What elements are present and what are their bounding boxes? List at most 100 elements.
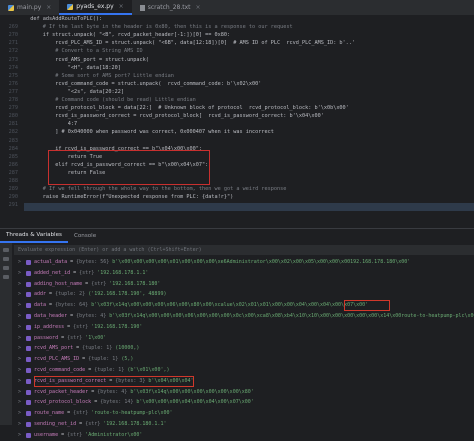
expand-chevron-icon[interactable]: > bbox=[18, 397, 21, 408]
code-line: rcvd_command_code = struct.unpack( rcvd_… bbox=[24, 80, 262, 87]
expand-chevron-icon[interactable]: > bbox=[18, 333, 21, 344]
variable-name: rcvd_command_code = {tuple: 1} (b'\x01\x… bbox=[34, 366, 170, 373]
tab-scratch-txt[interactable]: scratch_28.txt × bbox=[132, 0, 209, 15]
variable-name: actual_data = {bytes: 56} b'\x00\x00\x00… bbox=[34, 259, 411, 265]
variable-name: adding_host_name = {str} '192.168.178.18… bbox=[34, 280, 161, 287]
tab-console[interactable]: Console bbox=[68, 233, 102, 239]
highlight-box bbox=[344, 300, 390, 312]
expand-chevron-icon[interactable]: > bbox=[18, 430, 21, 441]
variable-name: rcvd_packet_header = {bytes: 4} b'\x03f\… bbox=[34, 388, 254, 395]
expand-chevron-icon[interactable]: > bbox=[18, 279, 21, 290]
variable-name: route_name = {str} 'route-to-heatpump-pl… bbox=[34, 410, 173, 417]
code-line: # Convert to a String AMS ID bbox=[24, 48, 143, 55]
expand-chevron-icon[interactable]: > bbox=[18, 354, 21, 365]
stop-icon[interactable] bbox=[3, 275, 9, 279]
variable-icon bbox=[26, 313, 31, 319]
expand-chevron-icon[interactable]: > bbox=[18, 419, 21, 430]
close-icon[interactable]: × bbox=[196, 4, 201, 11]
code-line: raise RuntimeError(f"Unexpected response… bbox=[24, 194, 234, 201]
expand-chevron-icon[interactable]: > bbox=[18, 322, 21, 333]
variable-row[interactable]: > username = {str} 'Administrator\x00' bbox=[14, 430, 474, 441]
code-line: if struct.unpack( "<B", rcvd_packet_head… bbox=[24, 32, 231, 39]
code-editor[interactable]: def adsAddRouteToPLC(): 269 # If the last… bbox=[0, 15, 474, 215]
variable-row[interactable]: > rcvd_PLC_AMS_ID = {tuple: 1} (5,) bbox=[14, 354, 474, 365]
variable-row[interactable]: > route_name = {str} 'route-to-heatpump-p… bbox=[14, 408, 474, 419]
step-over-icon[interactable] bbox=[3, 257, 9, 261]
variable-name: rcvd_AMS_port = {tuple: 1} (10000,) bbox=[34, 345, 140, 352]
variable-icon bbox=[26, 324, 31, 330]
expand-chevron-icon[interactable]: > bbox=[18, 257, 21, 268]
expand-chevron-icon[interactable]: > bbox=[18, 376, 21, 387]
step-into-icon[interactable] bbox=[3, 266, 9, 270]
variable-name: username = {str} 'Administrator\x00' bbox=[34, 431, 143, 438]
variable-row[interactable]: > rcvd_packet_header = {bytes: 4} b'\x03f… bbox=[14, 387, 474, 398]
debug-toolbar bbox=[0, 243, 12, 425]
expand-chevron-icon[interactable]: > bbox=[18, 365, 21, 376]
code-line: "<H", data[18:20] bbox=[24, 64, 121, 71]
tab-label: main.py bbox=[17, 4, 42, 11]
variable-name: rcvd_protocol_block = {bytes: 14} b'\x00… bbox=[34, 399, 254, 406]
tab-label: pyads_ex.py bbox=[76, 3, 114, 10]
variable-icon bbox=[26, 389, 31, 395]
tab-main-py[interactable]: main.py × bbox=[0, 0, 59, 15]
line-number: 291 bbox=[8, 202, 18, 209]
debug-panel-tabs: Threads & Variables Console bbox=[0, 229, 474, 243]
code-line: "<2s", data[20:22] bbox=[24, 88, 124, 95]
variable-name: data_header = {bytes: 4} b'\x03f\x14q\x0… bbox=[34, 312, 474, 319]
tab-label: scratch_28.txt bbox=[147, 4, 191, 11]
variables-list: > actual_data = {bytes: 56} b'\x00\x00\x0… bbox=[14, 257, 474, 441]
variable-row[interactable]: > sending_net_id = {str} '192.168.178.180… bbox=[14, 419, 474, 430]
line-number: 280 bbox=[8, 113, 18, 120]
code-line: rcvd_PLC_AMS_ID = struct.unpack( "<6B", … bbox=[24, 40, 356, 47]
variable-row[interactable]: > added_net_id = {str} '192.168.178.1.1' bbox=[14, 268, 474, 279]
variable-icon bbox=[26, 378, 31, 384]
variable-row[interactable]: > adding_host_name = {str} '192.168.178.1… bbox=[14, 279, 474, 290]
code-line: def adsAddRouteToPLC(): bbox=[24, 16, 103, 22]
code-line: ] # 0x040000 when password was correct, … bbox=[24, 129, 274, 136]
resume-icon[interactable] bbox=[3, 248, 9, 252]
line-number: 281 bbox=[8, 121, 18, 128]
variable-row[interactable]: > rcvd_command_code = {tuple: 1} (b'\x01\… bbox=[14, 365, 474, 376]
variable-icon bbox=[26, 281, 31, 287]
variable-row[interactable]: > addr = {tuple: 2} ('192.168.178.190', 4… bbox=[14, 289, 474, 300]
line-number: 290 bbox=[8, 194, 18, 201]
tab-pyads-ex-py[interactable]: pyads_ex.py × bbox=[59, 0, 132, 15]
line-number: 270 bbox=[8, 32, 18, 39]
variable-row[interactable]: > password = {str} '1\x00' bbox=[14, 333, 474, 344]
line-number: 273 bbox=[8, 56, 18, 63]
tab-threads-variables[interactable]: Threads & Variables bbox=[0, 229, 68, 243]
password-check-highlight-box bbox=[48, 150, 210, 185]
variable-name: ip_address = {str} '192.168.178.190' bbox=[34, 323, 143, 330]
expand-chevron-icon[interactable]: > bbox=[18, 311, 21, 322]
variable-row[interactable]: > data = {bytes: 64} b'\x03f\x14q\x00\x00… bbox=[14, 300, 474, 312]
variable-row[interactable]: > actual_data = {bytes: 56} b'\x00\x00\x0… bbox=[14, 257, 474, 268]
evaluate-expression-input[interactable]: Evaluate expression (Enter) or add a wat… bbox=[14, 245, 474, 255]
variable-row[interactable]: > rcvd_is_password_correct = {bytes: 3} b… bbox=[14, 375, 474, 387]
line-number: 287 bbox=[8, 169, 18, 176]
variable-row[interactable]: > data_header = {bytes: 4} b'\x03f\x14q\x… bbox=[14, 311, 474, 322]
line-number: 269 bbox=[8, 24, 18, 31]
close-icon[interactable]: × bbox=[46, 4, 51, 11]
variable-icon bbox=[26, 367, 31, 373]
variable-icon bbox=[26, 303, 31, 309]
expand-chevron-icon[interactable]: > bbox=[18, 289, 21, 300]
expand-chevron-icon[interactable]: > bbox=[18, 300, 21, 311]
code-line: rcvd_is_password_correct = rcvd_protocol… bbox=[24, 113, 324, 120]
current-line-highlight bbox=[0, 203, 474, 211]
variable-name: password = {str} '1\x00' bbox=[34, 334, 107, 341]
expand-chevron-icon[interactable]: > bbox=[18, 343, 21, 354]
expand-chevron-icon[interactable]: > bbox=[18, 387, 21, 398]
line-number: 271 bbox=[8, 40, 18, 47]
variable-row[interactable]: > ip_address = {str} '192.168.178.190' bbox=[14, 322, 474, 333]
line-number: 282 bbox=[8, 129, 18, 136]
line-number: 279 bbox=[8, 105, 18, 112]
line-number: 289 bbox=[8, 186, 18, 193]
variable-row[interactable]: > rcvd_AMS_port = {tuple: 1} (10000,) bbox=[14, 343, 474, 354]
close-icon[interactable]: × bbox=[119, 3, 124, 10]
code-line: rcvd_AMS_port = struct.unpack( bbox=[24, 56, 149, 63]
variable-name: addr = {tuple: 2} ('192.168.178.190', 48… bbox=[34, 291, 167, 298]
variable-row[interactable]: > rcvd_protocol_block = {bytes: 14} b'\x0… bbox=[14, 397, 474, 408]
expand-chevron-icon[interactable]: > bbox=[18, 408, 21, 419]
variable-icon bbox=[26, 335, 31, 341]
expand-chevron-icon[interactable]: > bbox=[18, 268, 21, 279]
